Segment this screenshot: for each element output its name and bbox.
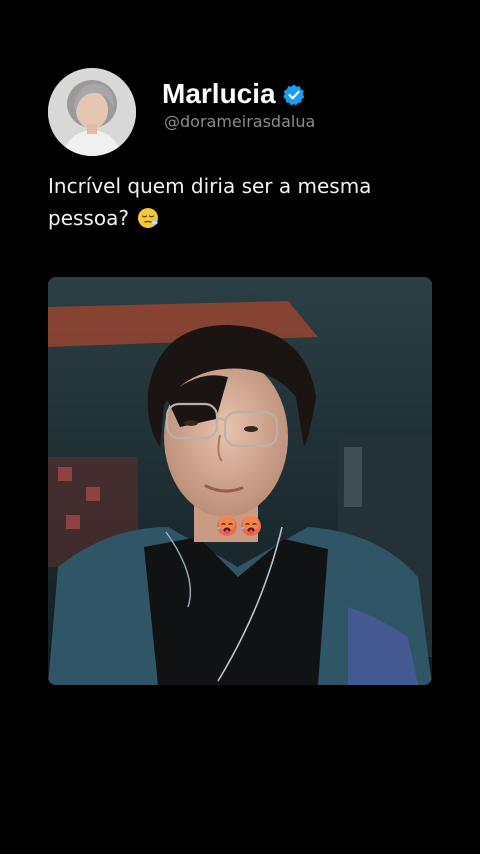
photo-image (48, 277, 432, 685)
verified-badge-icon (282, 84, 304, 106)
profile-avatar[interactable] (48, 68, 136, 156)
display-name[interactable]: Marlucia (162, 76, 306, 112)
display-name-text: Marlucia (162, 78, 276, 109)
tweet-text: Incrível quem diria ser a mesma pessoa? (48, 170, 438, 234)
sleepy-face-icon (138, 208, 159, 228)
overlay-emojis (216, 515, 262, 537)
tweet-line-2-text: pessoa? (48, 206, 129, 230)
hot-face-icon (240, 515, 262, 537)
tweet-photo[interactable] (48, 277, 432, 685)
hot-face-icon (216, 515, 238, 537)
tweet-line-2: pessoa? (48, 202, 438, 234)
user-handle[interactable]: @dorameirasdalua (164, 112, 315, 132)
user-avatar (48, 68, 136, 156)
tweet-line-1: Incrível quem diria ser a mesma (48, 174, 372, 198)
